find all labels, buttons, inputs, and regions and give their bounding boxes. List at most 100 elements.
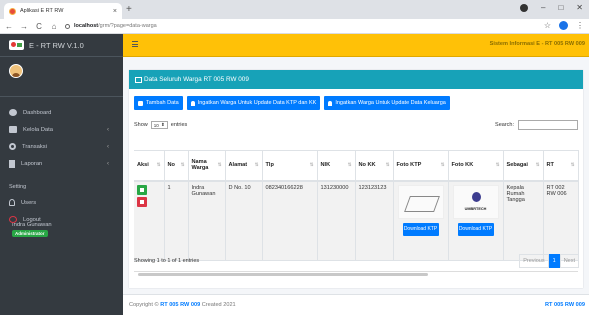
folder-icon — [9, 126, 17, 133]
card-title: Data Seluruh Warga RT 005 RW 009 — [144, 76, 249, 83]
sidebar-item-label: Laporan — [21, 160, 43, 167]
show-entries: Show 10 ⬍ entries — [134, 121, 187, 129]
home-icon[interactable]: ⌂ — [48, 22, 60, 31]
col-header-alamat[interactable]: Alamat ⇅ — [225, 150, 263, 182]
main-content: Data Seluruh Warga RT 005 RW 009 Tambah … — [123, 57, 589, 294]
scrollbar-thumb[interactable] — [138, 273, 428, 276]
col-header-nik[interactable]: NIK ⇅ — [317, 150, 356, 182]
ktp-photo — [397, 184, 444, 219]
window-controls: – □ ✕ — [520, 2, 583, 14]
prev-page-button[interactable]: Previous — [519, 254, 549, 268]
action-buttons: Tambah Data Ingatkan Warga Untuk Update … — [134, 96, 450, 110]
close-window-button[interactable]: ✕ — [576, 2, 583, 14]
col-header-rt[interactable]: RT ⇅ — [543, 150, 579, 182]
sidebar-menu: Dashboard Kelola Data ‹ Transaksi ‹ Lapo… — [0, 104, 123, 228]
cell-foto-kk: UMBRTECH Download KTP — [448, 180, 504, 261]
edit-icon — [138, 100, 143, 106]
table-row: 1 Indra Gunawan D No. 10 082340166228 13… — [134, 180, 579, 261]
brand-name: E - RT RW V.1.0 — [29, 40, 84, 50]
col-header-foto-ktp[interactable]: Foto KTP ⇅ — [393, 150, 449, 182]
card-header: Data Seluruh Warga RT 005 RW 009 — [129, 70, 583, 89]
maximize-button[interactable]: □ — [558, 2, 563, 14]
chevron-left-icon: ‹ — [107, 160, 109, 167]
kk-logo — [471, 191, 481, 202]
sidebar-item-label: Logout — [23, 216, 41, 223]
record-icon[interactable] — [520, 4, 528, 12]
col-header-sebagai[interactable]: Sebagai ⇅ — [503, 150, 544, 182]
url-field[interactable]: localhost /grm/?page=data-warga — [65, 23, 157, 29]
edit-button[interactable] — [137, 184, 147, 195]
remind-family-button[interactable]: Ingatkan Warga Untuk Update Data Keluarg… — [324, 96, 450, 110]
sidebar-section-setting: Setting — [9, 184, 27, 190]
sidebar-item-users[interactable]: Users — [0, 194, 123, 211]
col-header-no-kk[interactable]: No KK ⇅ — [355, 150, 394, 182]
remind-ktp-kk-button[interactable]: Ingatkan Warga Untuk Update Data KTP dan… — [186, 96, 321, 110]
minimize-button[interactable]: – — [541, 2, 545, 14]
browser-menu-icon[interactable]: ⋮ — [576, 21, 584, 30]
back-icon[interactable]: ← — [3, 22, 15, 31]
cell-sebagai: Kepala Rumah Tangga — [503, 180, 544, 261]
chevron-left-icon: ‹ — [107, 143, 109, 150]
footer: Copyright © RT 005 RW 009 Created 2021 R… — [123, 294, 589, 315]
kk-logo-label: UMBRTECH — [464, 206, 487, 211]
download-kk-button[interactable]: Download KTP — [457, 222, 494, 236]
col-header-tlp[interactable]: Tlp ⇅ — [262, 150, 318, 182]
footer-right-text: RT 005 RW 009 — [544, 302, 585, 308]
col-header-nama[interactable]: Nama Warga ⇅ — [188, 150, 226, 182]
dashboard-icon — [9, 109, 17, 116]
users-icon — [9, 199, 15, 206]
sidebar-item-laporan[interactable]: Laporan ‹ — [0, 155, 123, 172]
table-icon — [135, 76, 142, 83]
page-1-button[interactable]: 1 — [548, 254, 560, 268]
hamburger-menu-icon[interactable] — [132, 41, 138, 49]
new-tab-button[interactable]: + — [126, 3, 132, 16]
file-icon — [9, 159, 15, 168]
sidebar-item-label: Transaksi — [22, 143, 47, 150]
sidebar-item-label: Dashboard — [23, 109, 52, 116]
sidebar-item-kelola-data[interactable]: Kelola Data ‹ — [0, 121, 123, 138]
power-icon — [9, 216, 17, 223]
entries-label: entries — [170, 122, 188, 128]
sidebar-item-dashboard[interactable]: Dashboard — [0, 104, 123, 121]
top-navbar: Sistem Informasi E - RT 005 RW 009 — [123, 34, 589, 57]
cell-aksi — [134, 180, 165, 261]
footer-link[interactable]: RT 005 RW 009 — [160, 302, 200, 308]
cell-alamat: D No. 10 — [225, 180, 263, 261]
delete-button[interactable] — [137, 196, 147, 207]
copyright-text: Copyright © — [129, 302, 159, 308]
pagination: Previous 1 Next — [519, 254, 579, 268]
sidebar-item-logout[interactable]: Logout — [0, 211, 123, 228]
edit-icon — [140, 187, 144, 192]
add-data-button[interactable]: Tambah Data — [134, 96, 183, 110]
sidebar: E - RT RW V.1.0 Indra Gunawan Administra… — [0, 34, 123, 315]
tab-close-icon[interactable]: × — [113, 8, 117, 15]
tab-title: Aplikasi E RT RW — [20, 8, 64, 14]
next-page-button[interactable]: Next — [559, 254, 579, 268]
cell-nama: Indra Gunawan — [188, 180, 226, 261]
brand-link[interactable]: E - RT RW V.1.0 — [0, 34, 123, 57]
reload-icon[interactable]: C — [33, 22, 45, 31]
profile-avatar[interactable] — [559, 21, 568, 30]
download-ktp-button[interactable]: Download KTP — [402, 222, 439, 236]
url-host: localhost — [74, 23, 99, 29]
horizontal-scrollbar[interactable] — [134, 271, 578, 276]
entries-value: 10 — [153, 122, 159, 128]
search-input[interactable] — [518, 120, 578, 130]
browser-tab[interactable]: Aplikasi E RT RW × — [4, 3, 122, 19]
cell-foto-ktp: Download KTP — [393, 180, 449, 261]
col-header-no[interactable]: No ⇅ — [164, 150, 189, 182]
table-info: Showing 1 to 1 of 1 entries — [134, 258, 200, 264]
sidebar-item-transaksi[interactable]: Transaksi ‹ — [0, 138, 123, 155]
cell-no: 1 — [164, 180, 189, 261]
info-icon[interactable] — [65, 23, 70, 29]
bookmark-star-icon[interactable]: ☆ — [544, 21, 551, 30]
data-table: Aksi ⇅ No ⇅ Nama Warga ⇅ Alamat ⇅ Tlp ⇅ NIK ⇅ … — [134, 150, 579, 261]
entries-select[interactable]: 10 ⬍ — [150, 121, 168, 129]
url-path: /grm/?page=data-warga — [98, 23, 157, 29]
chevron-left-icon: ‹ — [107, 126, 109, 133]
col-header-aksi[interactable]: Aksi ⇅ — [134, 150, 165, 182]
cell-no-kk: 123123123 — [355, 180, 394, 261]
forward-icon[interactable]: → — [18, 22, 30, 31]
col-header-foto-kk[interactable]: Foto KK ⇅ — [448, 150, 504, 182]
table-search: Search: — [495, 120, 578, 130]
